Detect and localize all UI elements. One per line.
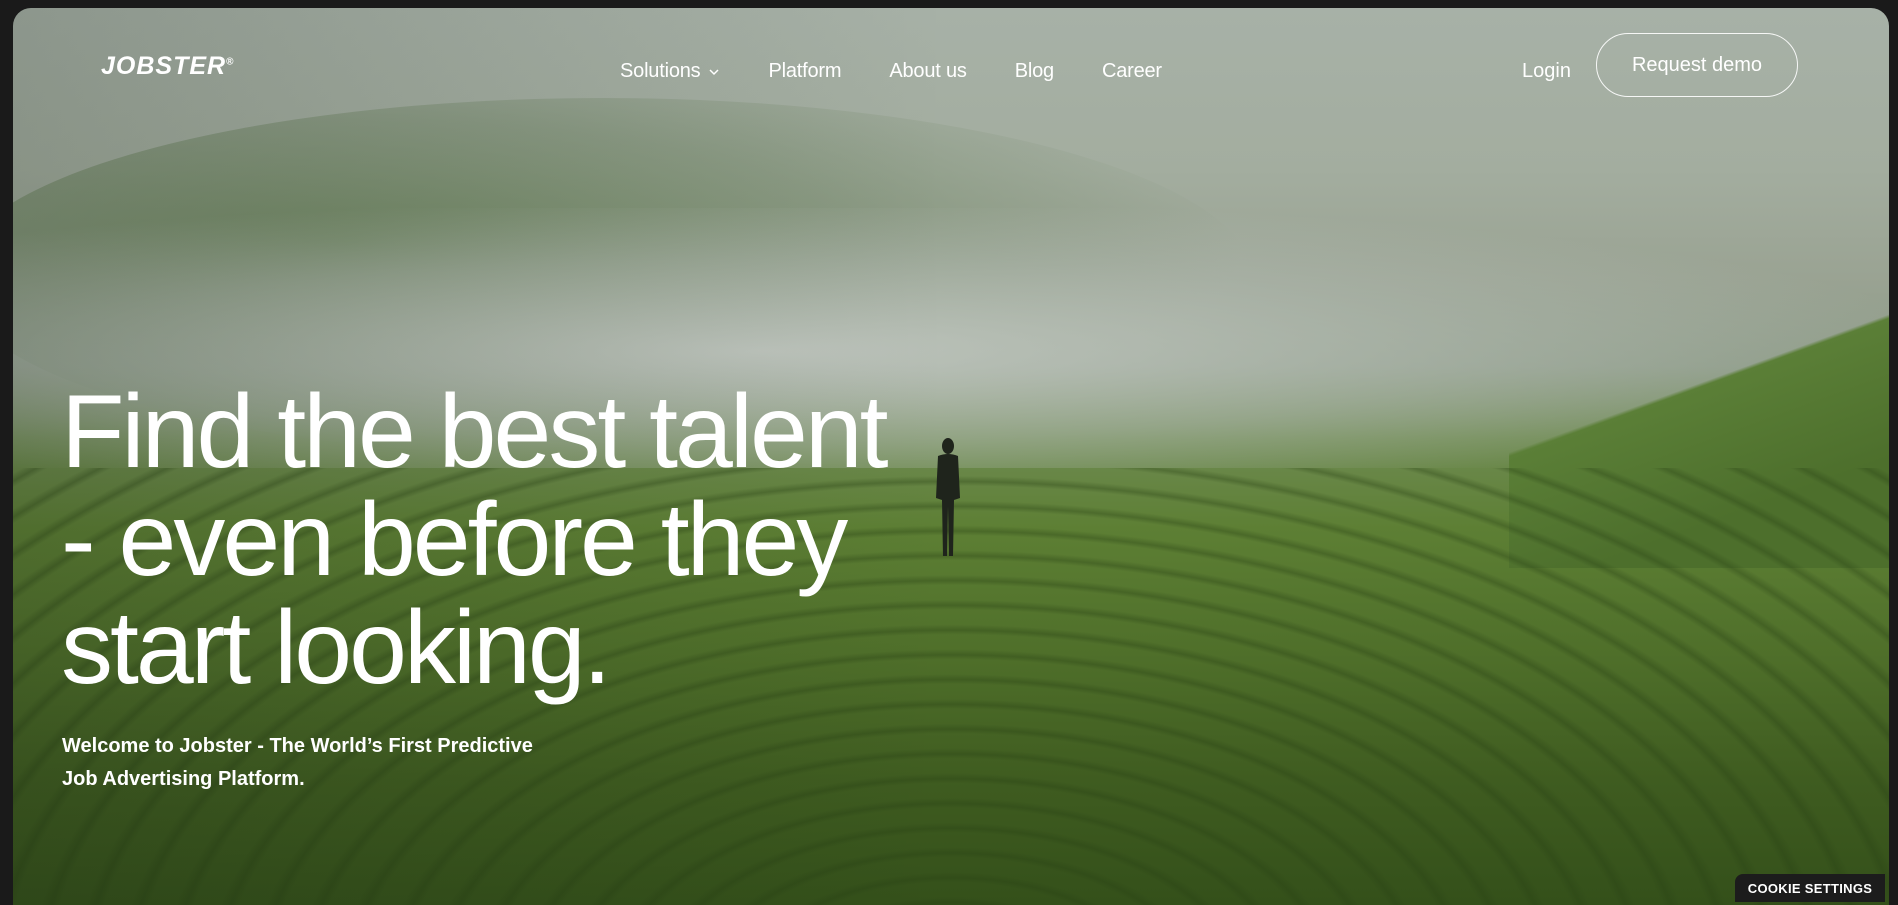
jobster-logo[interactable]: JOBSTER® xyxy=(101,52,234,81)
nav-item-blog[interactable]: Blog xyxy=(1015,60,1054,83)
hero-title: Find the best talent - even before they … xyxy=(61,378,981,702)
request-demo-button[interactable]: Request demo xyxy=(1596,33,1798,97)
registered-mark: ® xyxy=(226,56,235,68)
hero-title-line: start looking. xyxy=(61,590,612,706)
nav-item-label: Blog xyxy=(1014,60,1054,82)
nav-item-label: Career xyxy=(1101,60,1162,82)
hero-title-line: Find the best talent xyxy=(61,374,889,490)
nav-item-solutions[interactable]: Solutions xyxy=(620,60,720,83)
nav-item-platform[interactable]: Platform xyxy=(768,60,841,83)
logo-text: JOBSTER xyxy=(101,52,227,80)
hero-subtitle: Welcome to Jobster - The World’s First P… xyxy=(62,730,562,796)
nav-item-label: Solutions xyxy=(620,60,701,82)
nav-item-career[interactable]: Career xyxy=(1102,60,1162,83)
login-link[interactable]: Login xyxy=(1522,60,1571,83)
hero-title-line: - even before they xyxy=(61,482,848,598)
chevron-down-icon xyxy=(709,68,720,75)
main-nav: Solutions Platform About us Blog Career xyxy=(620,60,1210,83)
hero-section: JOBSTER® Solutions Platform About us Blo… xyxy=(13,8,1889,905)
nav-item-label: Platform xyxy=(768,60,842,82)
hero-subtitle-line: Job Advertising Platform. xyxy=(62,768,305,790)
nav-item-label: About us xyxy=(889,60,967,82)
hero-subtitle-line: Welcome to Jobster - The World’s First P… xyxy=(62,735,533,757)
cookie-settings-button[interactable]: COOKIE SETTINGS xyxy=(1735,874,1885,902)
nav-item-about-us[interactable]: About us xyxy=(889,60,967,83)
